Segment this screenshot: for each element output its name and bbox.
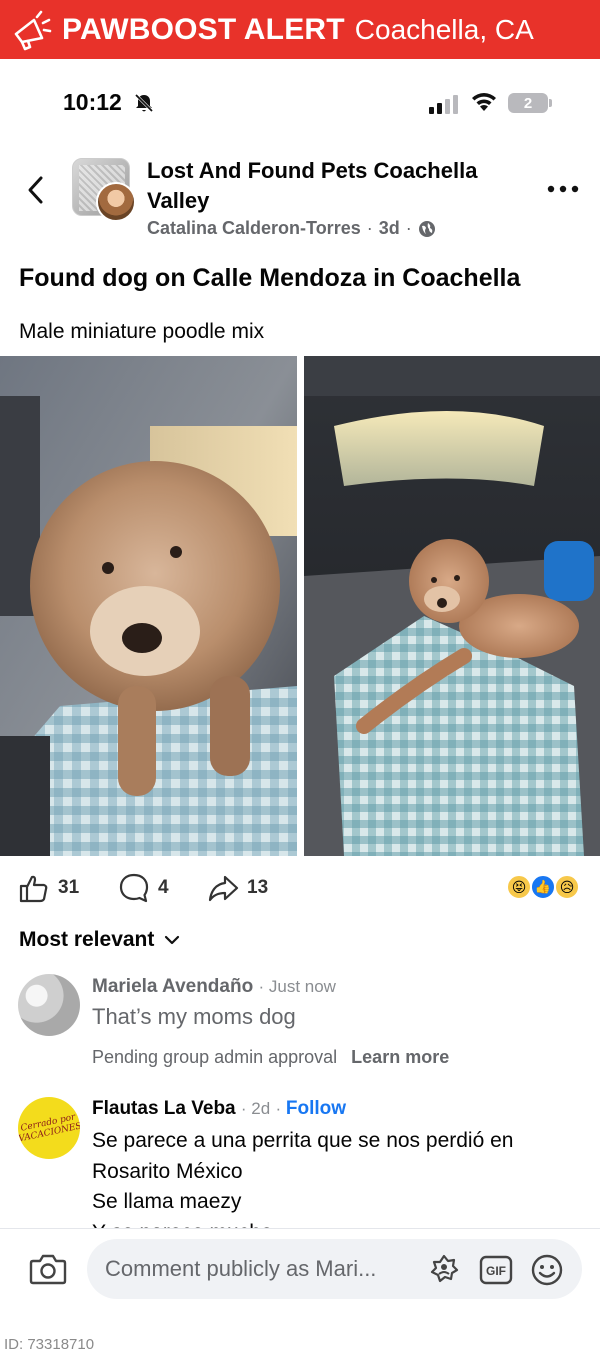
more-options-icon[interactable] [546, 184, 580, 194]
comment-line: Se parece a una perrita que se nos perdi… [92, 1129, 514, 1152]
comment-input-container[interactable]: GIF [87, 1239, 582, 1299]
comment-button[interactable]: 4 [118, 872, 169, 904]
comment-time: 2d [251, 1099, 271, 1118]
status-time: 10:12 [63, 89, 122, 115]
like-count: 31 [58, 877, 80, 898]
pending-status: Pending group admin approval [92, 1047, 338, 1067]
svg-text:GIF: GIF [486, 1264, 506, 1278]
post-body: Male miniature poodle mix [19, 320, 265, 343]
meta-separator: · [405, 218, 412, 238]
bell-muted-icon [134, 93, 154, 113]
comment-input[interactable] [105, 1253, 415, 1285]
post-actions: 31 4 13 😝 👍 😥 [0, 866, 600, 910]
globe-icon [418, 220, 435, 237]
sort-label: Most relevant [19, 928, 155, 951]
meta-separator: · [366, 218, 373, 238]
avatar[interactable] [18, 974, 80, 1036]
learn-more-link[interactable]: Learn more [351, 1047, 449, 1068]
sad-emoji-icon: 😥 [554, 874, 580, 900]
emoji-icon[interactable] [530, 1253, 564, 1287]
share-arrow-icon [208, 875, 239, 902]
comment-author-name[interactable]: Mariela Avendaño [92, 976, 253, 997]
avatar-sign-text: Cerrado por VACACIONES [18, 1112, 80, 1145]
comment-text: Se parece a una perrita que se nos perdi… [92, 1126, 592, 1230]
comment-line: Rosarito México [92, 1159, 243, 1183]
author-avatar[interactable] [96, 182, 136, 222]
comment-composer: GIF [0, 1228, 600, 1310]
battery-indicator: 2 [508, 93, 548, 113]
thumbs-up-icon [19, 875, 48, 903]
comment-separator: · [258, 977, 269, 996]
comment-author-name[interactable]: Flautas La Veba [92, 1098, 236, 1119]
share-button[interactable]: 13 [207, 872, 268, 904]
pawboost-banner: PAWBOOST ALERT Coachella, CA [0, 0, 600, 59]
listing-id: ID: 73318710 [4, 1336, 95, 1353]
author-name[interactable]: Catalina Calderon-Torres [147, 218, 361, 239]
comment-time: Just now [268, 977, 336, 996]
comment-icon [119, 873, 149, 903]
comment-sort-dropdown[interactable]: Most relevant [19, 928, 180, 952]
cellular-signal-icon [429, 95, 458, 114]
comment-count: 4 [158, 877, 169, 898]
banner-location: Coachella, CA [354, 13, 534, 45]
dog-photo-closeup[interactable] [0, 356, 297, 856]
group-name[interactable]: Lost And Found Pets Coachella Valley [147, 156, 517, 216]
avatar-sticker-icon[interactable] [427, 1253, 461, 1287]
tongue-emoji-icon: 😝 [506, 874, 532, 900]
reaction-summary[interactable]: 😝 👍 😥 [506, 874, 586, 902]
post-title: Found dog on Calle Mendoza in Coachella [19, 264, 521, 292]
gif-icon[interactable]: GIF [479, 1253, 513, 1287]
comment-separator: · [275, 1099, 286, 1118]
battery-nub [549, 99, 552, 107]
chevron-down-icon [165, 935, 180, 945]
post-meta: Catalina Calderon-Torres · 3d · [147, 218, 436, 239]
like-reaction-icon: 👍 [530, 874, 556, 900]
post-age: 3d [378, 218, 400, 238]
comment-text: That’s my moms dog [92, 1004, 296, 1029]
megaphone-icon [14, 10, 52, 50]
status-bar: 10:12 2 [0, 59, 600, 147]
pending-approval-row: Pending group admin approval Learn more [92, 1047, 449, 1068]
follow-button[interactable]: Follow [286, 1098, 346, 1119]
avatar[interactable]: Cerrado por VACACIONES [18, 1097, 80, 1159]
banner-brand: PAWBOOST ALERT [62, 12, 345, 46]
post-header: Lost And Found Pets Coachella Valley Cat… [0, 150, 600, 250]
share-count: 13 [247, 877, 269, 898]
wifi-icon [472, 93, 496, 111]
back-arrow-icon[interactable] [22, 172, 50, 208]
dog-photo-car[interactable] [304, 356, 600, 856]
comment-separator: · [240, 1099, 252, 1118]
comment-line: Se llama maezy [92, 1190, 242, 1213]
camera-icon[interactable] [29, 1251, 67, 1287]
like-button[interactable]: 31 [18, 872, 79, 904]
comment-author[interactable]: Mariela Avendaño · Just now [92, 976, 336, 998]
comment-author[interactable]: Flautas La Veba · 2d · Follow [92, 1098, 346, 1120]
